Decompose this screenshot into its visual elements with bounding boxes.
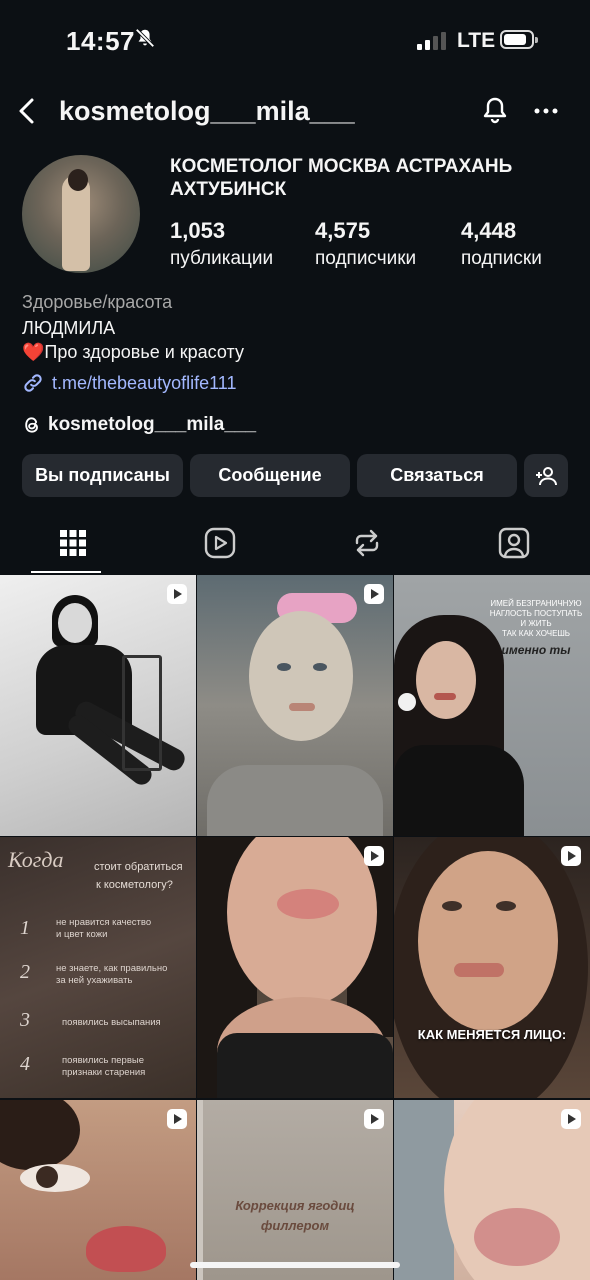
avatar[interactable] (22, 155, 140, 273)
stat-posts-value: 1,053 (170, 218, 226, 243)
stat-posts[interactable]: 1,053 публикации (170, 218, 273, 270)
post4-item4: появились первые признаки старения (62, 1055, 145, 1079)
post4-item1-l1: не нравится качество (56, 917, 152, 928)
post3-line4: ТАК КАК ХОЧЕШЬ (501, 629, 571, 638)
post4-item4-num: 4 (20, 1053, 30, 1075)
add-user-icon (536, 466, 557, 485)
post3-line2: НАГЛОСТЬ ПОСТУПАТЬ (489, 609, 583, 618)
contact-button[interactable]: Связаться (357, 454, 517, 497)
reposts-icon[interactable] (350, 526, 384, 560)
network-label: LTE (457, 29, 496, 52)
post4-item4-l1: появились первые (62, 1055, 144, 1066)
profile-tagline: ❤️Про здоровье и красоту (22, 342, 244, 363)
post-tile-1[interactable] (0, 575, 196, 836)
post3-line3: И ЖИТЬ (520, 619, 552, 628)
post4-script: Когда (8, 847, 64, 872)
post4-item1-num: 1 (20, 917, 30, 939)
profile-username: kosmetolog___mila___ (59, 96, 355, 126)
link-icon (24, 374, 42, 392)
profile-link-text: t.me/thebeautyoflife111 (52, 372, 237, 393)
post4-head1: стоит обратиться (94, 861, 183, 873)
post3-overlay: ИМЕЙ БЕЗГРАНИЧНУЮ НАГЛОСТЬ ПОСТУПАТЬ И Ж… (486, 599, 586, 657)
post-tile-5[interactable] (197, 837, 393, 1098)
threads-handle: kosmetolog___mila___ (48, 414, 257, 435)
post4-item2-l2: за ней ухаживать (56, 975, 133, 986)
post8-overlay: Коррекция ягодиц филлером (197, 1196, 393, 1236)
threads-badge[interactable]: kosmetolog___mila___ (22, 414, 256, 436)
post-tile-7[interactable] (0, 1100, 196, 1280)
reel-badge-icon (167, 1109, 187, 1129)
profile-header: kosmetolog___mila___ (0, 86, 590, 138)
post3-line1: ИМЕЙ БЕЗГРАНИЧНУЮ (490, 599, 582, 608)
status-bar: 14:57 LTE (0, 0, 590, 80)
stat-followers[interactable]: 4,575 подписчики (315, 218, 416, 270)
reels-icon[interactable] (203, 526, 237, 560)
battery-icon (500, 30, 538, 49)
post8-line2: филлером (260, 1218, 330, 1233)
stat-followers-label: подписчики (315, 248, 417, 269)
notification-bell-icon[interactable] (480, 96, 510, 126)
profile-tabs (0, 520, 590, 573)
bell-off-icon (135, 28, 155, 48)
grid-icon[interactable] (56, 526, 90, 560)
reel-badge-icon (167, 584, 187, 604)
tagged-icon[interactable] (497, 526, 531, 560)
more-options-icon[interactable] (532, 96, 560, 126)
post4-item1-l2: и цвет кожи (56, 929, 108, 940)
reel-badge-icon (561, 846, 581, 866)
message-button[interactable]: Сообщение (190, 454, 350, 497)
post-tile-3[interactable]: ИМЕЙ БЕЗГРАНИЧНУЮ НАГЛОСТЬ ПОСТУПАТЬ И Ж… (394, 575, 590, 836)
post4-item3-num: 3 (20, 1009, 30, 1031)
post4-item2-l1: не знаете, как правильно (56, 963, 168, 974)
post6-caption: КАК МЕНЯЕТСЯ ЛИЦО: (417, 1027, 567, 1042)
post-tile-2[interactable] (197, 575, 393, 836)
post8-line1: Коррекция ягодиц (235, 1198, 355, 1213)
stat-following-label: подписки (461, 248, 542, 269)
following-button[interactable]: Вы подписаны (22, 454, 183, 497)
status-time: 14:57 (66, 26, 135, 56)
profile-link[interactable]: t.me/thebeautyoflife111 (22, 372, 236, 394)
back-arrow-icon[interactable] (14, 96, 40, 126)
heart-emoji: ❤️ (22, 342, 45, 362)
post4-item2: не знаете, как правильно за ней ухаживат… (56, 963, 167, 987)
post3-line5: именно ты (501, 643, 571, 657)
post-tile-8[interactable]: Коррекция ягодиц филлером (197, 1100, 393, 1280)
post4-item4-l2: признаки старения (62, 1067, 146, 1078)
profile-category: Здоровье/красота (22, 292, 173, 312)
home-indicator[interactable] (190, 1262, 400, 1268)
stat-followers-value: 4,575 (315, 218, 371, 243)
post4-head2: к косметологу? (96, 879, 173, 891)
post4-item3-l1: появились высыпания (62, 1017, 161, 1028)
add-user-button[interactable] (524, 454, 568, 497)
stat-following-value: 4,448 (461, 218, 517, 243)
profile-name: ЛЮДМИЛА (22, 318, 116, 338)
post4-item1: не нравится качество и цвет кожи (56, 917, 151, 941)
active-tab-indicator (31, 571, 101, 573)
stat-posts-label: публикации (170, 248, 274, 269)
reel-badge-icon (561, 1109, 581, 1129)
signal-icon (417, 30, 447, 50)
reel-badge-icon (364, 1109, 384, 1129)
post-tile-9[interactable] (394, 1100, 590, 1280)
stat-following[interactable]: 4,448 подписки (461, 218, 542, 270)
profile-display-title: КОСМЕТОЛОГ МОСКВА АСТРАХАНЬ АХТУБИНСК (170, 156, 513, 200)
reel-badge-icon (364, 846, 384, 866)
tagline-text: Про здоровье и красоту (44, 342, 244, 362)
post-tile-6[interactable]: КАК МЕНЯЕТСЯ ЛИЦО: (394, 837, 590, 1098)
post4-item2-num: 2 (20, 961, 30, 983)
reel-badge-icon (364, 584, 384, 604)
threads-icon (25, 417, 38, 433)
post-tile-4[interactable]: Когда стоит обратиться к косметологу? 1 … (0, 837, 196, 1098)
